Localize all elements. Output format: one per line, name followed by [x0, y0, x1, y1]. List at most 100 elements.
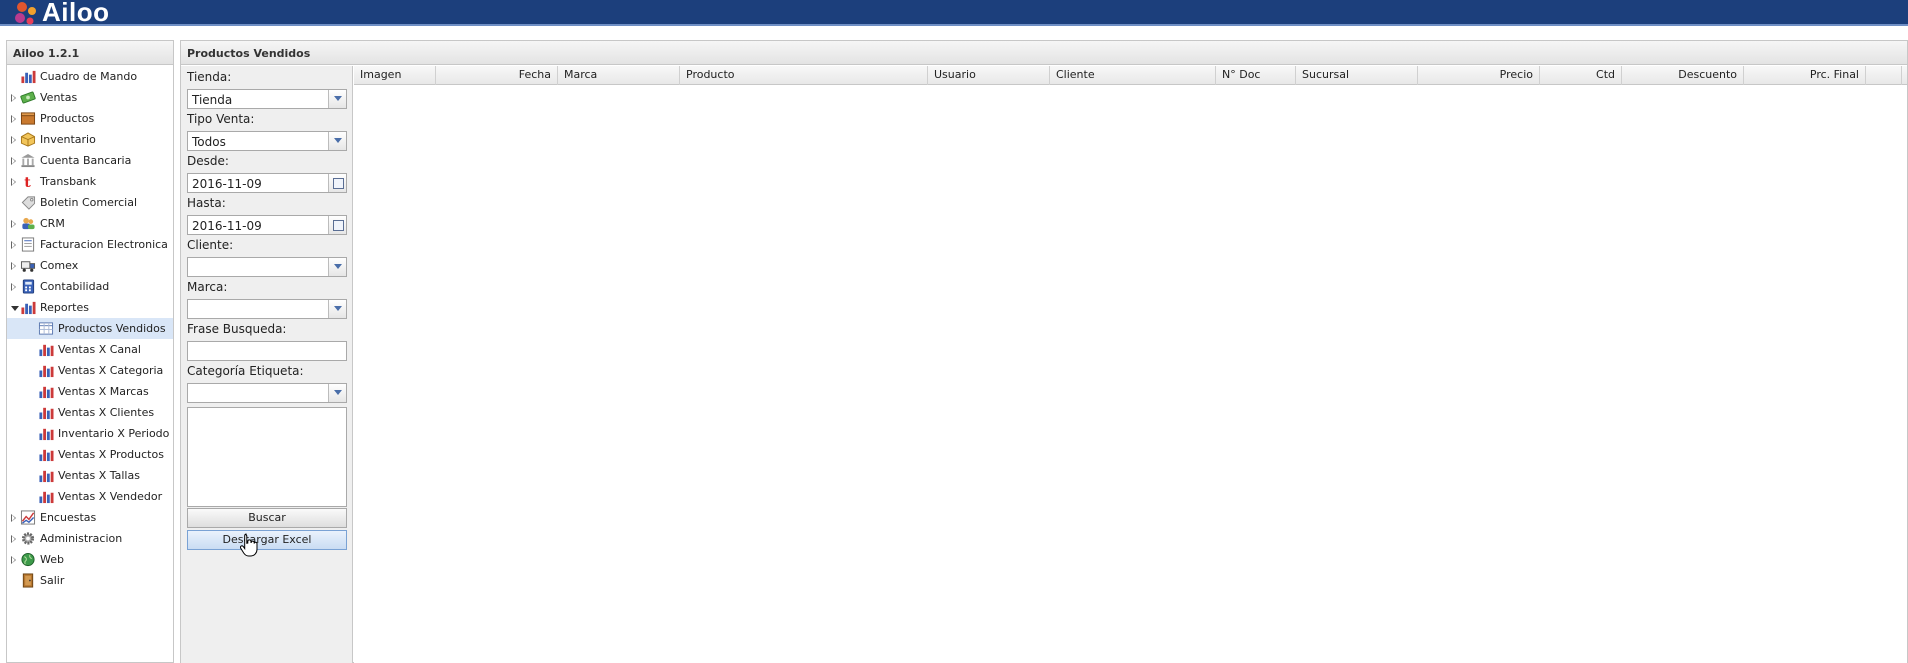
column-header-producto[interactable]: Producto — [680, 66, 928, 85]
buscar-button[interactable]: Buscar — [187, 508, 347, 528]
column-header-prc-final[interactable]: Prc. Final — [1744, 66, 1866, 85]
calendar-icon[interactable] — [328, 174, 346, 192]
column-header-usuario[interactable]: Usuario — [928, 66, 1050, 85]
tree-expand-icon[interactable] — [11, 241, 16, 249]
sidebar-item-reportes[interactable]: Reportes — [7, 297, 173, 318]
desde-label: Desde: — [187, 154, 229, 168]
sidebar-item-comex[interactable]: Comex — [7, 255, 173, 276]
column-header-n-doc[interactable]: N° Doc — [1216, 66, 1296, 85]
tag-icon — [21, 196, 36, 210]
column-header-cliente[interactable]: Cliente — [1050, 66, 1216, 85]
tienda-select[interactable]: Tienda — [187, 89, 347, 109]
sidebar-item-label: Ventas X Vendedor — [58, 490, 163, 503]
marca-select[interactable] — [187, 299, 347, 319]
tree-expand-icon[interactable] — [11, 556, 16, 564]
sidebar-item-web[interactable]: Web — [7, 549, 173, 570]
chevron-down-icon[interactable] — [328, 258, 346, 276]
desde-date-field[interactable]: 2016-11-09 — [187, 173, 347, 193]
sidebar-item-label: Transbank — [40, 175, 97, 188]
tipo-venta-label: Tipo Venta: — [187, 112, 255, 126]
app-header: Ailoo — [0, 0, 1908, 27]
survey-chart-icon — [20, 510, 36, 525]
sidebar-item-cuadro-de-mando[interactable]: Cuadro de Mando — [7, 66, 173, 87]
chevron-down-icon[interactable] — [328, 384, 346, 402]
tree-expand-icon[interactable] — [11, 115, 16, 123]
reports-chart-icon — [21, 301, 36, 315]
sidebar-item-facturacion-electronica[interactable]: Facturacion Electronica — [7, 234, 173, 255]
frase-busqueda-label: Frase Busqueda: — [187, 322, 287, 336]
users-icon — [22, 217, 35, 230]
bar-chart-icon — [39, 407, 54, 420]
tree-expand-icon[interactable] — [11, 514, 16, 522]
marca-label: Marca: — [187, 280, 228, 294]
sidebar-item-ventas-x-tallas[interactable]: Ventas X Tallas — [7, 465, 173, 486]
sidebar-item-inventario-x-periodo[interactable]: Inventario X Periodo — [7, 423, 173, 444]
sidebar-item-salir[interactable]: Salir — [7, 570, 173, 591]
sidebar-item-contabilidad[interactable]: Contabilidad — [7, 276, 173, 297]
svg-text:t: t — [24, 175, 31, 189]
sidebar-item-cuenta-bancaria[interactable]: Cuenta Bancaria — [7, 150, 173, 171]
sidebar-item-label: Cuadro de Mando — [40, 70, 138, 83]
sidebar-item-label: Ventas — [40, 91, 78, 104]
sidebar-item-label: Productos — [40, 112, 95, 125]
categoria-etiqueta-select[interactable] — [187, 383, 347, 403]
report-panel: Productos Vendidos Tienda: Tienda Tipo V… — [180, 40, 1908, 663]
sidebar-item-productos-vendidos[interactable]: Productos Vendidos — [7, 318, 173, 339]
column-header-fecha[interactable]: Fecha — [436, 66, 558, 85]
tree-expand-icon[interactable] — [11, 157, 16, 165]
sidebar-item-ventas-x-vendedor[interactable]: Ventas X Vendedor — [7, 486, 173, 507]
tree-expand-icon[interactable] — [11, 94, 16, 102]
sidebar-item-administracion[interactable]: Administracion — [7, 528, 173, 549]
cliente-select[interactable] — [187, 257, 347, 277]
sidebar-item-label: Administracion — [40, 532, 123, 545]
ailoo-logo-icon — [15, 2, 36, 25]
column-header-filler — [1866, 66, 1902, 85]
bar-chart-icon — [39, 449, 54, 462]
box-icon — [20, 112, 36, 125]
sidebar-item-label: Inventario — [40, 133, 96, 146]
sidebar-item-boletin-comercial[interactable]: Boletin Comercial — [7, 192, 173, 213]
chevron-down-icon[interactable] — [328, 300, 346, 318]
calculator-icon — [22, 279, 35, 294]
descargar-excel-button[interactable]: Descargar Excel — [187, 530, 347, 550]
chevron-down-icon[interactable] — [328, 90, 346, 108]
chevron-down-icon[interactable] — [328, 132, 346, 150]
sidebar-item-productos[interactable]: Productos — [7, 108, 173, 129]
sidebar-item-ventas-x-productos[interactable]: Ventas X Productos — [7, 444, 173, 465]
column-header-precio[interactable]: Precio — [1418, 66, 1540, 85]
sidebar-item-label: Ventas X Clientes — [58, 406, 155, 419]
sidebar-item-label: Ventas X Marcas — [58, 385, 149, 398]
sidebar-item-crm[interactable]: CRM — [7, 213, 173, 234]
tree-expand-icon[interactable] — [11, 283, 16, 291]
column-header-imagen[interactable]: Imagen — [354, 66, 436, 85]
tree-expand-icon[interactable] — [11, 178, 16, 186]
hasta-date-field[interactable]: 2016-11-09 — [187, 215, 347, 235]
sidebar-item-transbank[interactable]: t Transbank — [7, 171, 173, 192]
column-header-sucursal[interactable]: Sucursal — [1296, 66, 1418, 85]
tree-expand-icon[interactable] — [11, 535, 16, 543]
sidebar-item-ventas-x-canal[interactable]: Ventas X Canal — [7, 339, 173, 360]
app-brand: Ailoo — [42, 0, 110, 27]
sidebar-item-label: Encuestas — [40, 511, 97, 524]
categoria-etiqueta-label: Categoría Etiqueta: — [187, 364, 304, 378]
categoria-etiqueta-list[interactable] — [187, 407, 347, 507]
sidebar-item-label: Ventas X Canal — [58, 343, 141, 356]
sidebar-item-ventas[interactable]: Ventas — [7, 87, 173, 108]
sidebar-item-ventas-x-marcas[interactable]: Ventas X Marcas — [7, 381, 173, 402]
column-header-descuento[interactable]: Descuento — [1622, 66, 1744, 85]
calendar-icon[interactable] — [328, 216, 346, 234]
tipo-venta-select[interactable]: Todos — [187, 131, 347, 151]
sidebar-item-ventas-x-categoria[interactable]: Ventas X Categoria — [7, 360, 173, 381]
sidebar-item-label: CRM — [40, 217, 65, 230]
column-header-marca[interactable]: Marca — [558, 66, 680, 85]
sidebar-item-ventas-x-clientes[interactable]: Ventas X Clientes — [7, 402, 173, 423]
sidebar-item-inventario[interactable]: Inventario — [7, 129, 173, 150]
bar-chart-icon — [39, 344, 54, 357]
sidebar-item-encuestas[interactable]: Encuestas — [7, 507, 173, 528]
tree-expand-icon[interactable] — [11, 220, 16, 228]
column-header-ctd[interactable]: Ctd — [1540, 66, 1622, 85]
tree-collapse-icon[interactable] — [11, 306, 19, 311]
tree-expand-icon[interactable] — [11, 136, 16, 144]
frase-busqueda-input[interactable] — [187, 341, 347, 361]
tree-expand-icon[interactable] — [11, 262, 16, 270]
